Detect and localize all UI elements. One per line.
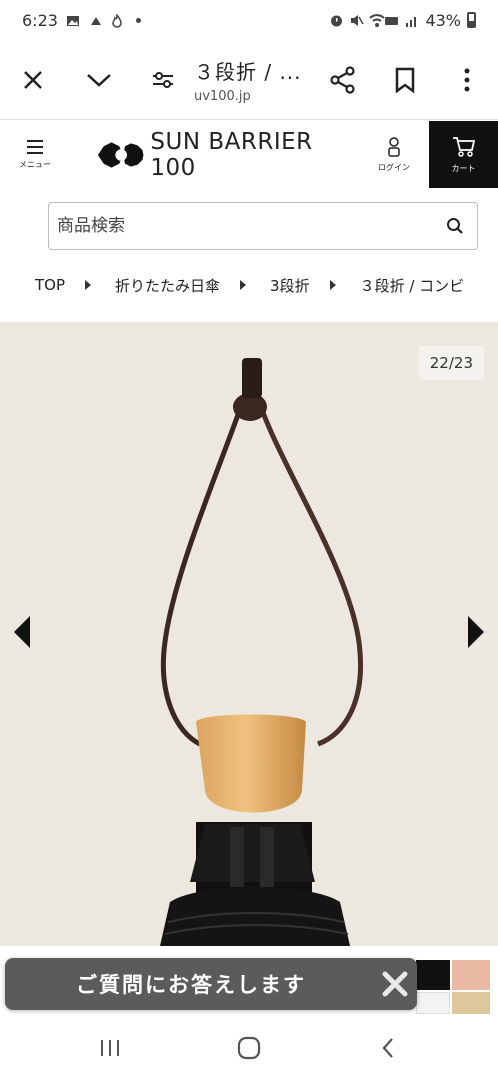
cloud-icon bbox=[88, 13, 102, 27]
thumbnail-beige[interactable] bbox=[452, 992, 490, 1014]
previous-image-arrow-icon[interactable] bbox=[14, 616, 30, 648]
thumbnail-white[interactable] bbox=[416, 992, 450, 1014]
recent-apps-icon bbox=[100, 1040, 119, 1056]
menu-button[interactable]: メニュー bbox=[0, 121, 70, 188]
page-title: ３段折 / ... bbox=[194, 59, 302, 84]
back-button[interactable] bbox=[358, 1018, 418, 1078]
search-input[interactable] bbox=[57, 216, 433, 236]
back-icon bbox=[382, 1038, 394, 1058]
browser-toolbar: ３段折 / ... uv100.jp bbox=[0, 40, 498, 120]
more-options-button[interactable] bbox=[436, 40, 498, 120]
site-header: メニュー SUN BARRIER 100 ログイン カート bbox=[0, 121, 498, 188]
recent-apps-button[interactable] bbox=[80, 1018, 140, 1078]
breadcrumb-folding-umbrella[interactable]: 折りたたみ日傘 bbox=[115, 275, 220, 296]
product-image-gallery[interactable]: 22/23 bbox=[0, 322, 498, 946]
mute-icon bbox=[349, 13, 365, 27]
breadcrumb-3fold[interactable]: 3段折 bbox=[270, 275, 310, 296]
breadcrumb: TOP 折りたたみ日傘 3段折 ３段折 / コンビ bbox=[0, 270, 498, 300]
chat-banner-text: ご質問にお答えします bbox=[76, 973, 306, 997]
status-right: 43% bbox=[329, 11, 476, 30]
signal-icon bbox=[405, 13, 419, 27]
status-bar: 6:23 43% bbox=[0, 0, 498, 40]
close-icon bbox=[382, 971, 408, 997]
cart-label: カート bbox=[451, 163, 476, 173]
page-url: uv100.jp bbox=[194, 88, 251, 104]
breadcrumb-current: ３段折 / コンビ bbox=[359, 276, 465, 295]
image-counter: 22/23 bbox=[418, 346, 484, 380]
chat-support-banner[interactable]: ご質問にお答えします bbox=[5, 958, 417, 1010]
search-box bbox=[48, 202, 478, 250]
bookmark-button[interactable] bbox=[374, 40, 436, 120]
share-button[interactable] bbox=[312, 40, 374, 120]
wifi-icon bbox=[369, 13, 399, 27]
page-title-area[interactable]: ３段折 / ... uv100.jp bbox=[194, 56, 312, 104]
breadcrumb-top[interactable]: TOP bbox=[35, 276, 65, 294]
logo-mark-icon bbox=[97, 141, 144, 168]
logo-text: SUN BARRIER 100 bbox=[150, 128, 313, 181]
status-time: 6:23 bbox=[22, 10, 58, 30]
chat-close-button[interactable] bbox=[377, 966, 413, 1002]
search-button[interactable] bbox=[433, 203, 477, 249]
login-label: ログイン bbox=[378, 162, 410, 172]
flame-icon bbox=[110, 12, 124, 28]
breadcrumb-separator-icon bbox=[240, 280, 247, 290]
battery-percent: 43% bbox=[425, 10, 461, 30]
cart-button[interactable]: カート bbox=[429, 121, 498, 188]
alarm-icon bbox=[329, 13, 343, 27]
user-icon bbox=[388, 136, 400, 157]
battery-icon bbox=[467, 12, 476, 28]
search-icon bbox=[447, 218, 463, 234]
status-left: 6:23 bbox=[22, 11, 141, 30]
chevron-down-icon bbox=[87, 73, 111, 87]
next-image-arrow-icon[interactable] bbox=[468, 616, 484, 648]
breadcrumb-separator-icon bbox=[329, 280, 336, 290]
home-button[interactable] bbox=[219, 1018, 279, 1078]
product-photo-umbrella-handle bbox=[160, 358, 364, 946]
browser-actions bbox=[312, 40, 498, 120]
thumbnail-pink[interactable] bbox=[452, 960, 490, 990]
thumbnail-black[interactable] bbox=[416, 960, 450, 990]
close-icon bbox=[24, 70, 42, 89]
close-tab-button[interactable] bbox=[0, 40, 66, 120]
gallery-icon bbox=[66, 13, 80, 27]
bookmark-icon bbox=[395, 67, 415, 93]
home-icon bbox=[237, 1036, 261, 1060]
menu-label: メニュー bbox=[19, 159, 51, 169]
page-settings-button[interactable] bbox=[132, 40, 194, 120]
notification-dot-icon bbox=[135, 17, 141, 23]
site-logo[interactable]: SUN BARRIER 100 bbox=[70, 129, 359, 181]
tune-icon bbox=[153, 71, 173, 88]
login-button[interactable]: ログイン bbox=[359, 121, 429, 188]
menu-icon bbox=[27, 139, 43, 154]
share-icon bbox=[330, 65, 355, 94]
more-vert-icon bbox=[464, 68, 470, 91]
cart-icon bbox=[452, 136, 475, 157]
system-navigation-bar bbox=[0, 1016, 498, 1080]
minimize-button[interactable] bbox=[66, 40, 132, 120]
breadcrumb-separator-icon bbox=[85, 280, 92, 290]
